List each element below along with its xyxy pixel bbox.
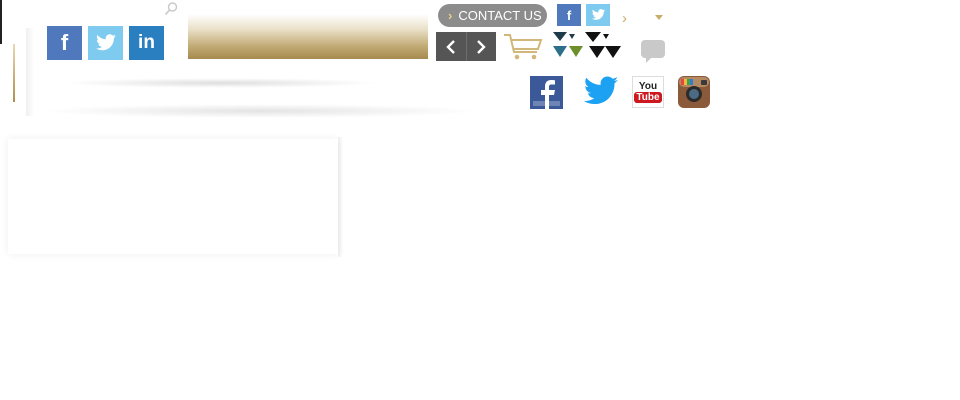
twitter-icon [95, 34, 116, 51]
divider-shadow [40, 104, 480, 118]
carousel-nav [436, 32, 496, 61]
instagram-icon [678, 76, 710, 108]
chevron-right-icon [477, 39, 486, 54]
left-shadow [26, 28, 34, 116]
next-button[interactable] [465, 32, 497, 61]
content-panel-shadow [338, 137, 343, 257]
facebook-icon [530, 76, 563, 109]
twitter-icon [591, 9, 605, 20]
linkedin-button[interactable]: in [129, 26, 164, 60]
cart-icon[interactable] [503, 31, 543, 61]
prev-button[interactable] [436, 32, 466, 61]
chevron-left-icon [446, 39, 455, 54]
linkedin-icon: in [138, 32, 155, 53]
left-border-line [0, 0, 2, 44]
gold-banner [188, 14, 428, 59]
facebook-mini-button[interactable]: f [557, 4, 581, 26]
content-panel [8, 139, 338, 254]
logo-triangles-color[interactable] [553, 32, 583, 60]
instagram-large-button[interactable] [678, 76, 710, 108]
search-icon[interactable] [163, 1, 179, 17]
chevron-right-icon: › [448, 8, 453, 23]
twitter-mini-button[interactable] [586, 4, 610, 26]
facebook-button[interactable]: f [47, 26, 82, 60]
caret-down-icon[interactable] [655, 15, 663, 20]
logo-triangles-black[interactable] [585, 32, 621, 60]
twitter-button[interactable] [88, 26, 123, 60]
contact-us-button[interactable]: › CONTACT US [438, 4, 547, 27]
contact-us-label: CONTACT US [458, 8, 542, 23]
facebook-large-button[interactable] [530, 76, 563, 109]
twitter-large-button[interactable] [582, 76, 620, 109]
facebook-icon: f [60, 30, 69, 55]
divider-shadow [60, 78, 380, 88]
left-gold-edge [13, 44, 15, 102]
chat-icon[interactable] [640, 39, 666, 65]
chevron-right-icon[interactable]: › [622, 10, 627, 27]
youtube-icon: You Tube [634, 81, 662, 103]
youtube-large-button[interactable]: You Tube [632, 76, 664, 108]
facebook-icon: f [566, 7, 572, 23]
twitter-icon [583, 76, 619, 105]
